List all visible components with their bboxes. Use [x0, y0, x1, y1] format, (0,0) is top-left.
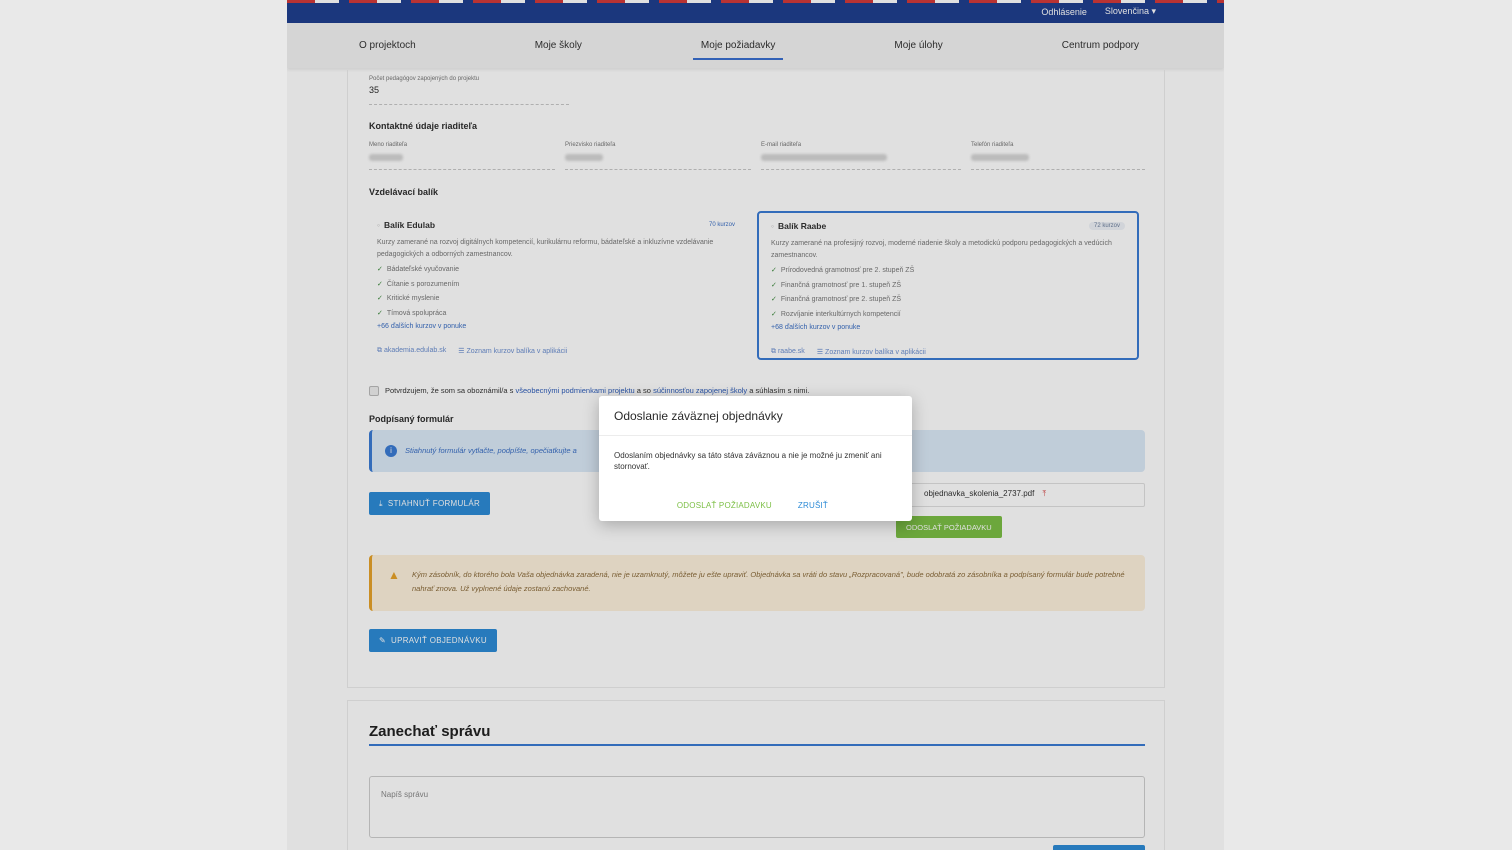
dialog-confirm-button[interactable]: ODOSLAŤ POŽIADAVKU	[677, 501, 772, 510]
dialog-cancel-button[interactable]: ZRUŠIŤ	[798, 501, 828, 510]
dialog-body: Odoslaním objednávky sa táto stáva záväz…	[614, 451, 882, 471]
dialog-title: Odoslanie záväznej objednávky	[599, 396, 912, 436]
confirm-dialog: Odoslanie záväznej objednávky Odoslaním …	[599, 396, 912, 521]
